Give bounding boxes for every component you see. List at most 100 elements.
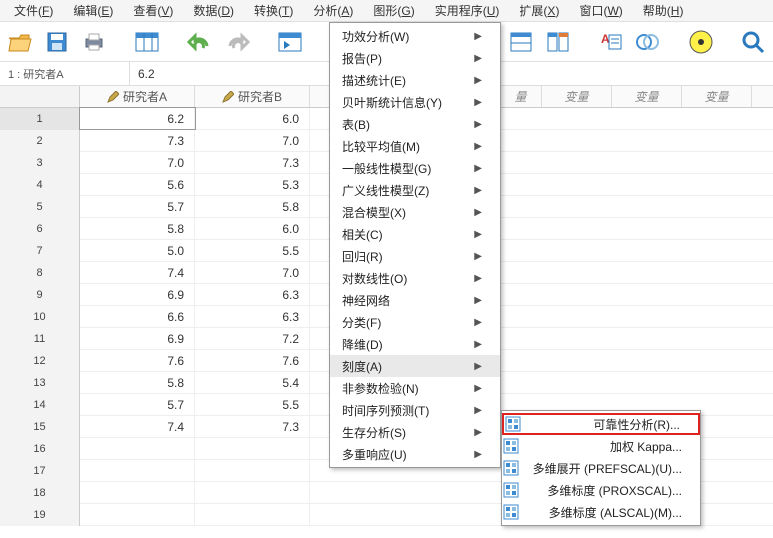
scale-item[interactable]: 多维标度 (ALSCAL)(M)... xyxy=(502,501,700,523)
column-header-var[interactable]: 变量 xyxy=(612,86,682,107)
analyze-item[interactable]: 功效分析(W)▶ xyxy=(330,25,500,47)
cell[interactable] xyxy=(195,482,310,503)
menu-h[interactable]: 帮助(H) xyxy=(633,0,694,21)
weight-icon[interactable] xyxy=(507,28,534,56)
analyze-item[interactable]: 神经网络▶ xyxy=(330,289,500,311)
column-header-a[interactable]: 研究者A xyxy=(80,86,195,107)
cell[interactable]: 6.0 xyxy=(195,218,310,239)
goto-case-icon[interactable] xyxy=(276,28,303,56)
row-header[interactable]: 4 xyxy=(0,174,80,196)
cell[interactable]: 5.5 xyxy=(195,394,310,415)
row-header[interactable]: 1 xyxy=(0,108,80,130)
scale-item[interactable]: 可靠性分析(R)... xyxy=(502,413,700,435)
row-header[interactable]: 7 xyxy=(0,240,80,262)
cell[interactable]: 5.5 xyxy=(195,240,310,261)
row-header[interactable]: 9 xyxy=(0,284,80,306)
row-header[interactable]: 18 xyxy=(0,482,80,504)
cell[interactable]: 6.9 xyxy=(80,284,195,305)
cell[interactable]: 7.4 xyxy=(80,416,195,437)
menu-t[interactable]: 转换(T) xyxy=(244,0,303,21)
cell[interactable]: 6.3 xyxy=(195,306,310,327)
row-header[interactable]: 5 xyxy=(0,196,80,218)
scale-item[interactable]: 多维标度 (PROXSCAL)... xyxy=(502,479,700,501)
select-icon[interactable] xyxy=(634,28,661,56)
scale-item[interactable]: 多维展开 (PREFSCAL)(U)... xyxy=(502,457,700,479)
cell[interactable]: 5.6 xyxy=(80,174,195,195)
analyze-item[interactable]: 混合模型(X)▶ xyxy=(330,201,500,223)
column-header-b[interactable]: 研究者B xyxy=(195,86,310,107)
cell[interactable]: 7.2 xyxy=(195,328,310,349)
analyze-item[interactable]: 降维(D)▶ xyxy=(330,333,500,355)
column-header-var[interactable]: 量 xyxy=(500,86,542,107)
menu-a[interactable]: 分析(A) xyxy=(303,0,363,21)
cell[interactable]: 5.0 xyxy=(80,240,195,261)
menu-x[interactable]: 扩展(X) xyxy=(509,0,569,21)
analyze-item[interactable]: 回归(R)▶ xyxy=(330,245,500,267)
row-header[interactable]: 8 xyxy=(0,262,80,284)
analyze-item[interactable]: 非参数检验(N)▶ xyxy=(330,377,500,399)
column-header-var[interactable]: 变量 xyxy=(682,86,752,107)
data-view-icon[interactable] xyxy=(133,28,160,56)
row-header[interactable]: 19 xyxy=(0,504,80,526)
cell[interactable]: 6.0 xyxy=(195,108,310,129)
cell[interactable]: 5.7 xyxy=(80,196,195,217)
cell[interactable]: 7.3 xyxy=(195,416,310,437)
cell[interactable]: 5.8 xyxy=(80,372,195,393)
cell[interactable]: 6.3 xyxy=(195,284,310,305)
cell[interactable]: 7.3 xyxy=(195,152,310,173)
row-header[interactable]: 2 xyxy=(0,130,80,152)
menu-d[interactable]: 数据(D) xyxy=(183,0,244,21)
cell[interactable]: 5.8 xyxy=(80,218,195,239)
cell[interactable] xyxy=(195,460,310,481)
undo-icon[interactable] xyxy=(186,28,213,56)
cell[interactable]: 7.0 xyxy=(195,262,310,283)
cell[interactable] xyxy=(195,438,310,459)
cell[interactable]: 5.3 xyxy=(195,174,310,195)
cell[interactable]: 7.6 xyxy=(80,350,195,371)
analyze-item[interactable]: 一般线性模型(G)▶ xyxy=(330,157,500,179)
menu-e[interactable]: 编辑(E) xyxy=(63,0,123,21)
menu-w[interactable]: 窗口(W) xyxy=(569,0,632,21)
redo-icon[interactable] xyxy=(223,28,250,56)
menu-v[interactable]: 查看(V) xyxy=(123,0,183,21)
analyze-item[interactable]: 贝叶斯统计信息(Y)▶ xyxy=(330,91,500,113)
cell[interactable]: 7.4 xyxy=(80,262,195,283)
menu-f[interactable]: 文件(F) xyxy=(4,0,63,21)
value-labels-icon[interactable]: A xyxy=(597,28,624,56)
analyze-item[interactable]: 描述统计(E)▶ xyxy=(330,69,500,91)
row-header[interactable]: 14 xyxy=(0,394,80,416)
row-header[interactable]: 17 xyxy=(0,460,80,482)
cell[interactable]: 5.8 xyxy=(195,196,310,217)
cell[interactable] xyxy=(80,438,195,459)
row-header[interactable]: 13 xyxy=(0,372,80,394)
open-icon[interactable] xyxy=(6,28,33,56)
analyze-item[interactable]: 相关(C)▶ xyxy=(330,223,500,245)
analyze-item[interactable]: 刻度(A)▶ xyxy=(330,355,500,377)
cell[interactable]: 7.6 xyxy=(195,350,310,371)
analyze-item[interactable]: 时间序列预测(T)▶ xyxy=(330,399,500,421)
cell[interactable] xyxy=(80,504,195,525)
cell[interactable]: 5.7 xyxy=(80,394,195,415)
cell[interactable]: 7.3 xyxy=(80,130,195,151)
analyze-item[interactable]: 生存分析(S)▶ xyxy=(330,421,500,443)
print-icon[interactable] xyxy=(80,28,107,56)
split-icon[interactable] xyxy=(544,28,571,56)
analyze-item[interactable]: 多重响应(U)▶ xyxy=(330,443,500,465)
cell[interactable]: 7.0 xyxy=(195,130,310,151)
analyze-item[interactable]: 对数线性(O)▶ xyxy=(330,267,500,289)
scale-item[interactable]: 加权 Kappa... xyxy=(502,435,700,457)
analyze-item[interactable]: 报告(P)▶ xyxy=(330,47,500,69)
cell[interactable] xyxy=(80,482,195,503)
cell[interactable]: 6.2 xyxy=(80,108,195,129)
cell[interactable] xyxy=(80,460,195,481)
save-icon[interactable] xyxy=(43,28,70,56)
row-header[interactable]: 12 xyxy=(0,350,80,372)
cell[interactable]: 5.4 xyxy=(195,372,310,393)
row-header[interactable]: 10 xyxy=(0,306,80,328)
cell[interactable]: 6.6 xyxy=(80,306,195,327)
analyze-item[interactable]: 分类(F)▶ xyxy=(330,311,500,333)
row-header[interactable]: 15 xyxy=(0,416,80,438)
column-header-var[interactable]: 变量 xyxy=(542,86,612,107)
menu-u[interactable]: 实用程序(U) xyxy=(425,0,510,21)
cell[interactable]: 6.9 xyxy=(80,328,195,349)
